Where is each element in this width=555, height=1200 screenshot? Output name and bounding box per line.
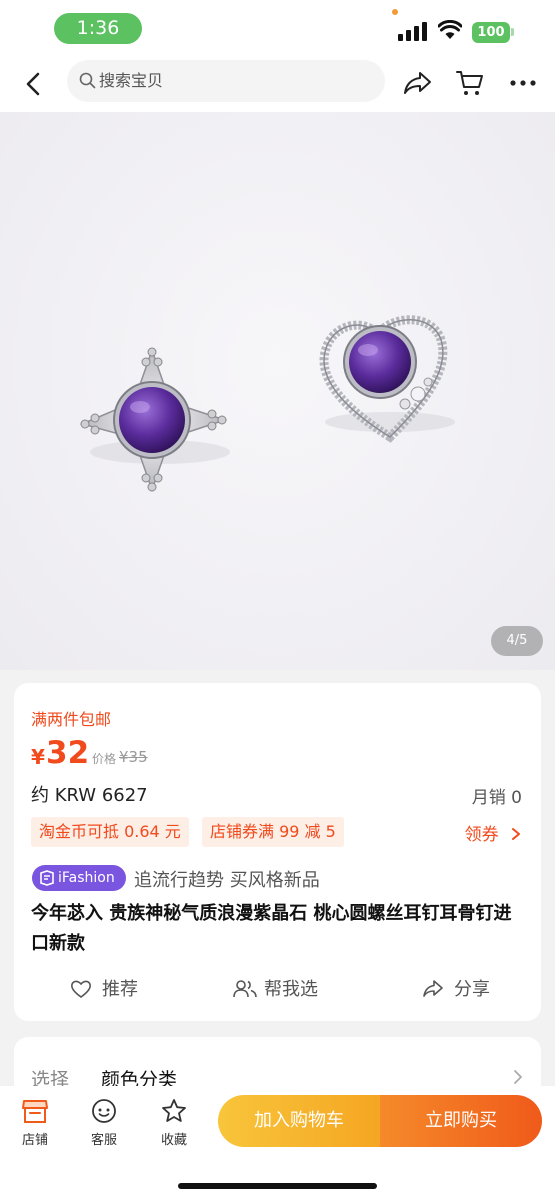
product-title: 今年苾入 贵族神秘气质浪漫紫晶石 桃心圆螺丝耳钉耳骨钉进口新款 bbox=[31, 903, 512, 954]
action-row: 推荐 帮我选 分享 bbox=[14, 975, 541, 1005]
shop-icon bbox=[22, 1100, 48, 1123]
help-choose-label: 帮我选 bbox=[264, 979, 318, 1000]
shop-coupon[interactable]: 店铺券满 99 减 5 bbox=[202, 817, 344, 847]
shop-label: 店铺 bbox=[21, 1133, 48, 1148]
image-counter: 4/5 bbox=[491, 626, 543, 656]
product-info-card: 满两件包邮 ¥ 32 价格 ¥35 约 KRW 6627 月销 0 淘金币可抵 … bbox=[14, 683, 541, 1021]
search-icon bbox=[79, 72, 96, 89]
ifashion-badge[interactable]: iFashion bbox=[32, 865, 126, 891]
coin-coupon[interactable]: 淘金币可抵 0.64 元 bbox=[31, 817, 189, 847]
customer-service-icon bbox=[92, 1099, 116, 1123]
back-icon[interactable] bbox=[20, 70, 46, 98]
ifashion-slogan: 追流行趋势 买风格新品 bbox=[134, 870, 320, 891]
status-bar: 1:36 100 bbox=[0, 0, 555, 56]
people-icon bbox=[233, 980, 257, 998]
ifashion-label: iFashion bbox=[58, 870, 115, 886]
recording-indicator bbox=[392, 9, 398, 15]
share-icon bbox=[423, 980, 443, 997]
more-icon[interactable] bbox=[510, 70, 536, 96]
chevron-right-icon bbox=[512, 828, 520, 840]
original-price: ¥35 bbox=[119, 748, 148, 766]
wifi-icon bbox=[438, 20, 462, 39]
chevron-right-icon bbox=[514, 1070, 522, 1084]
favorite-label: 收藏 bbox=[160, 1133, 187, 1148]
search-placeholder: 搜索宝贝 bbox=[99, 71, 164, 90]
earrings-illustration bbox=[79, 315, 455, 493]
product-image[interactable] bbox=[0, 112, 555, 670]
share-label: 分享 bbox=[454, 979, 490, 1000]
signal-icon bbox=[398, 22, 428, 41]
shop-nav[interactable]: 店铺 bbox=[12, 1098, 58, 1148]
star-icon bbox=[162, 1099, 186, 1122]
service-nav[interactable]: 客服 bbox=[81, 1098, 127, 1148]
converted-price: 约 KRW 6627 bbox=[31, 785, 148, 806]
cart-icon[interactable] bbox=[455, 68, 485, 98]
price: 32 bbox=[46, 735, 90, 771]
share-button[interactable]: 分享 bbox=[422, 975, 512, 1005]
bottom-action-bar: 店铺 客服 收藏 加入购物车 立即购买 bbox=[0, 1086, 555, 1200]
battery-tip bbox=[511, 28, 514, 36]
recommend-label: 推荐 bbox=[102, 979, 138, 1000]
service-label: 客服 bbox=[90, 1133, 117, 1148]
favorite-nav[interactable]: 收藏 bbox=[151, 1098, 197, 1148]
heart-icon bbox=[71, 980, 91, 998]
battery-indicator: 100 bbox=[472, 22, 510, 43]
original-price-label: 价格 bbox=[92, 752, 117, 766]
price-currency: ¥ bbox=[31, 745, 45, 769]
get-coupon-label: 领券 bbox=[464, 825, 499, 845]
home-indicator bbox=[178, 1183, 377, 1189]
get-coupon-link[interactable]: 领券 bbox=[465, 820, 522, 845]
add-to-cart-button[interactable]: 加入购物车 bbox=[218, 1095, 380, 1147]
share-icon[interactable] bbox=[403, 70, 433, 96]
status-time: 1:36 bbox=[54, 13, 142, 44]
help-choose-button[interactable]: 帮我选 bbox=[232, 975, 352, 1005]
buy-now-button[interactable]: 立即购买 bbox=[380, 1095, 542, 1147]
monthly-sales: 月销 0 bbox=[471, 788, 522, 808]
shipping-promo: 满两件包邮 bbox=[31, 710, 112, 729]
ifashion-logo-icon bbox=[40, 870, 54, 886]
top-nav-bar: 搜索宝贝 bbox=[0, 56, 555, 112]
recommend-button[interactable]: 推荐 bbox=[70, 975, 160, 1005]
search-input[interactable]: 搜索宝贝 bbox=[67, 60, 385, 102]
